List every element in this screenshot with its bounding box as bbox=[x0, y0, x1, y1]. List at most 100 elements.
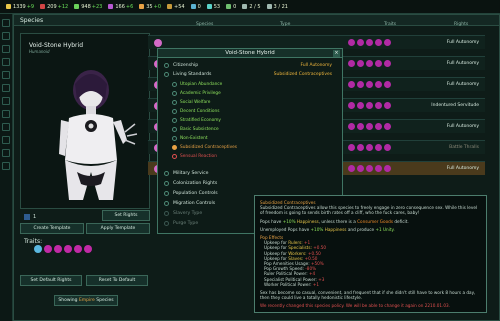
warning-text: We recently changed this species policy.… bbox=[260, 303, 424, 309]
pops-icon bbox=[266, 4, 272, 9]
species-table-header: Species Type Traits Rights bbox=[148, 22, 485, 31]
trait-icon bbox=[375, 102, 382, 109]
resource-influence[interactable]: +54 bbox=[167, 4, 185, 10]
nav-icon-8[interactable] bbox=[2, 110, 10, 118]
living-standard-option[interactable]: Basic Subsistence bbox=[172, 125, 219, 133]
set-default-rights-button[interactable]: Set Default Rights bbox=[20, 275, 82, 286]
nav-icon-12[interactable] bbox=[2, 162, 10, 170]
trait-icon bbox=[357, 165, 364, 172]
resource-minerals[interactable]: 209 +12 bbox=[40, 4, 68, 10]
row-traits bbox=[348, 102, 393, 109]
radio-icon bbox=[172, 117, 177, 123]
trait-icon bbox=[366, 123, 373, 130]
stability-icon bbox=[226, 4, 232, 9]
living-standards-row[interactable]: Living Standards Subsidized Contraceptiv… bbox=[164, 70, 336, 79]
living-standard-option[interactable]: Sensual Reaction bbox=[172, 152, 217, 160]
living-standard-option[interactable]: Utopian Abundance bbox=[172, 80, 222, 88]
radio-icon bbox=[172, 81, 177, 87]
resource-stability[interactable]: 0 bbox=[226, 4, 236, 10]
t1-mid: Happiness bbox=[296, 218, 319, 224]
trait-icon bbox=[375, 144, 382, 151]
row-traits bbox=[348, 123, 393, 130]
nav-icon-10[interactable] bbox=[2, 136, 10, 144]
row-rights[interactable]: Full Autonomy bbox=[447, 61, 479, 66]
resource-value: 53 bbox=[213, 3, 221, 10]
living-standard-option[interactable]: Stratified Economy bbox=[172, 116, 221, 124]
nav-icon-11[interactable] bbox=[2, 149, 10, 157]
showing-empire-species-toggle[interactable]: Showing Empire Species bbox=[54, 295, 118, 306]
nav-icon-7[interactable] bbox=[2, 97, 10, 105]
t1-post: , unless there is a bbox=[318, 218, 356, 224]
resource-income: +6 bbox=[125, 3, 134, 10]
resource-alloys[interactable]: 166 +6 bbox=[108, 4, 133, 10]
trait-icon bbox=[384, 144, 391, 151]
row-rights[interactable]: Full Autonomy bbox=[447, 124, 479, 129]
policy-icon bbox=[164, 181, 169, 186]
row-rights[interactable]: Indentured Servitude bbox=[431, 103, 479, 108]
living-standard-option[interactable]: Decent Conditions bbox=[172, 107, 219, 115]
policy-label: Colonization Rights bbox=[173, 181, 218, 186]
living-standard-option[interactable]: Subsidized Contraceptives bbox=[172, 143, 237, 151]
trait-icon bbox=[357, 60, 364, 67]
col-traits[interactable]: Traits bbox=[384, 22, 396, 27]
row-rights[interactable]: Full Autonomy bbox=[447, 82, 479, 87]
trait-icon bbox=[384, 81, 391, 88]
option-label: Subsidized Contraceptives bbox=[180, 144, 237, 150]
nav-icon-6[interactable] bbox=[2, 84, 10, 92]
set-rights-button[interactable]: Set Rights bbox=[102, 210, 150, 221]
policy-icon bbox=[164, 191, 169, 196]
nav-icon-1[interactable] bbox=[2, 19, 10, 27]
nav-icon-2[interactable] bbox=[2, 32, 10, 40]
policy-row[interactable]: Colonization Rights bbox=[164, 179, 336, 188]
row-rights[interactable]: Battle Thralls bbox=[449, 145, 479, 150]
reset-to-default-button[interactable]: Reset To Default bbox=[86, 275, 148, 286]
col-rights[interactable]: Rights bbox=[454, 22, 468, 27]
policy-row[interactable]: Military Service bbox=[164, 169, 336, 178]
pop-effect-line: Worker Political Power: +1 bbox=[260, 282, 481, 287]
nav-icon-5[interactable] bbox=[2, 71, 10, 79]
trait-icon bbox=[366, 81, 373, 88]
resource-income: +9 bbox=[26, 3, 35, 10]
resource-pops[interactable]: 3 / 21 bbox=[266, 4, 288, 10]
resource-unity[interactable]: 0 bbox=[190, 4, 201, 10]
citizenship-icon bbox=[164, 63, 169, 68]
nav-icon-4[interactable] bbox=[2, 58, 10, 66]
row-rights[interactable]: Full Autonomy bbox=[447, 40, 479, 45]
nav-icon-9[interactable] bbox=[2, 123, 10, 131]
showing-prefix: Showing bbox=[58, 298, 78, 303]
resource-energy[interactable]: 1339 +9 bbox=[6, 4, 34, 10]
nav-icon-3[interactable] bbox=[2, 45, 10, 53]
resource-value: 166 bbox=[115, 3, 125, 10]
living-standard-option[interactable]: Non-Existent bbox=[172, 134, 208, 142]
species-name: Void-Stone Hybrid bbox=[29, 42, 83, 49]
col-type[interactable]: Type bbox=[280, 22, 290, 27]
policy-label: Population Controls bbox=[173, 191, 218, 196]
showing-highlight: Empire bbox=[78, 298, 95, 303]
apply-template-button[interactable]: Apply Template bbox=[86, 223, 150, 234]
trait-3-icon[interactable] bbox=[54, 245, 62, 253]
living-standard-option[interactable]: Academic Privilege bbox=[172, 89, 221, 97]
row-rights[interactable]: Full Autonomy bbox=[447, 166, 479, 171]
trait-icon bbox=[357, 123, 364, 130]
effect-label: Worker Political Power: bbox=[264, 281, 312, 287]
living-standards-icon bbox=[164, 72, 169, 77]
col-species[interactable]: Species bbox=[196, 22, 213, 27]
table-row[interactable]: Full Autonomy bbox=[148, 35, 485, 49]
option-label: Sensual Reaction bbox=[180, 153, 217, 159]
resource-research[interactable]: 53 bbox=[206, 3, 221, 10]
citizenship-row[interactable]: Citizenship Full Autonomy bbox=[164, 61, 336, 70]
rights-icon bbox=[24, 214, 30, 220]
trait-1-icon[interactable] bbox=[34, 245, 42, 253]
create-template-button[interactable]: Create Template bbox=[20, 223, 84, 234]
trait-5-icon[interactable] bbox=[74, 245, 82, 253]
living-standard-option[interactable]: Social Welfare bbox=[172, 98, 210, 106]
resource-consumer-goods[interactable]: 35 +0 bbox=[139, 4, 161, 10]
policy-label: Purge Type bbox=[173, 221, 199, 226]
trait-6-icon[interactable] bbox=[84, 245, 92, 253]
option-label: Stratified Economy bbox=[180, 117, 221, 123]
close-icon[interactable]: × bbox=[333, 50, 340, 57]
trait-4-icon[interactable] bbox=[64, 245, 72, 253]
resource-food[interactable]: 948 +23 bbox=[74, 4, 102, 10]
resource-fleet[interactable]: 2 / 5 bbox=[242, 4, 261, 10]
trait-2-icon[interactable] bbox=[44, 245, 52, 253]
